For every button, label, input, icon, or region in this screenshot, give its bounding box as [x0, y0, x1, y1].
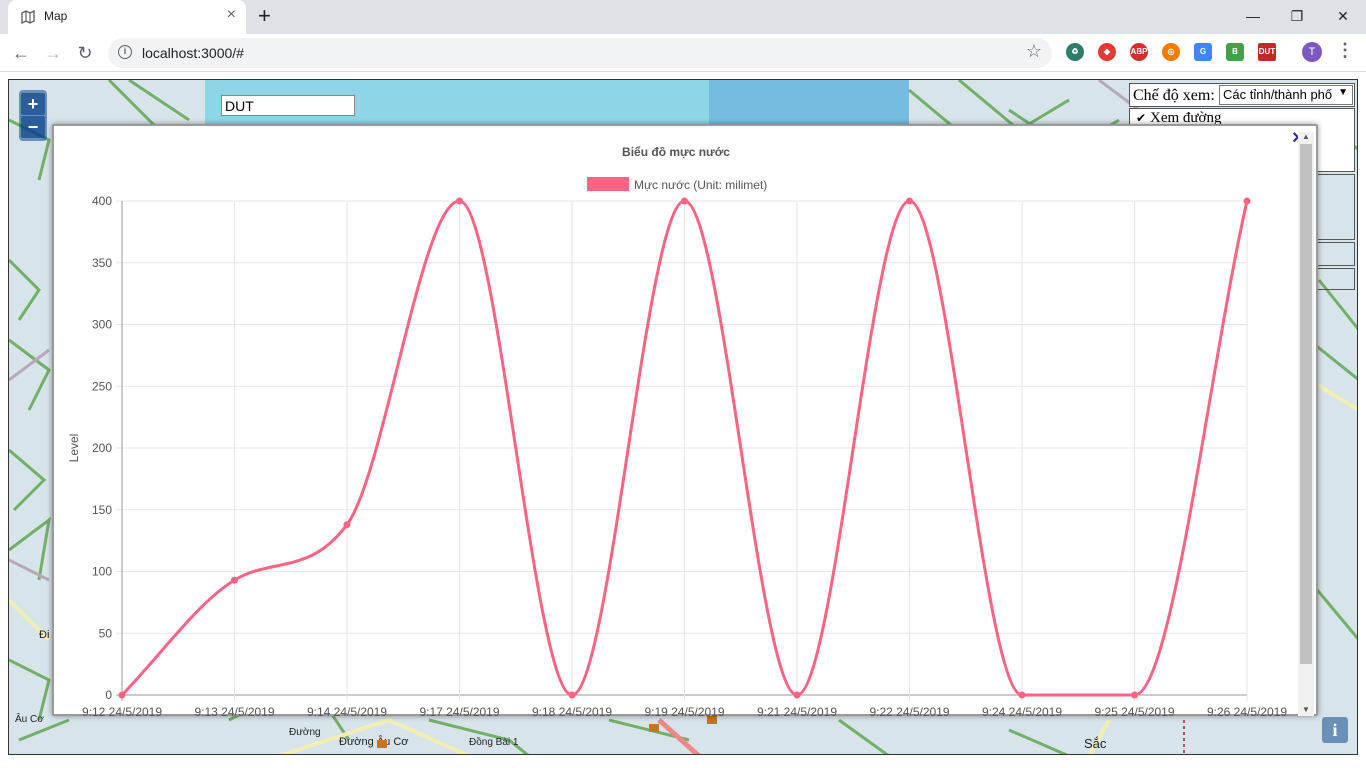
- y-tick-label: 300: [92, 318, 112, 332]
- dut-extension-icon[interactable]: DUT: [1258, 43, 1276, 61]
- chart-title: Biểu đồ mực nước: [622, 145, 730, 159]
- street-label: Âu Cơ: [15, 712, 44, 725]
- new-tab-button[interactable]: +: [258, 3, 271, 29]
- info-icon[interactable]: i: [118, 45, 132, 59]
- y-tick-label: 200: [92, 441, 112, 455]
- y-tick-label: 400: [92, 194, 112, 208]
- tab-map[interactable]: Map ×: [8, 0, 246, 34]
- close-window-button[interactable]: ✕: [1320, 2, 1366, 30]
- y-tick-label: 100: [92, 565, 112, 579]
- legend-swatch[interactable]: [587, 177, 629, 191]
- y-tick-label: 350: [92, 256, 112, 270]
- x-tick-label: 9:18 24/5/2019: [532, 705, 612, 716]
- zoom-control: + −: [19, 90, 47, 141]
- modal-scrollbar[interactable]: ▲ ▼: [1298, 132, 1314, 716]
- y-tick-label: 50: [99, 626, 113, 640]
- x-tick-label: 9:12 24/5/2019: [82, 705, 162, 716]
- x-tick-label: 9:26 24/5/2019: [1207, 705, 1287, 716]
- x-tick-label: 9:19 24/5/2019: [644, 705, 724, 716]
- street-label: Đường Âu Cơ: [339, 735, 408, 748]
- zoom-out-button[interactable]: −: [21, 116, 45, 138]
- street-label: Sắc: [1084, 736, 1107, 751]
- data-point[interactable]: [1018, 691, 1026, 699]
- reload-icon[interactable]: ↻: [72, 40, 98, 66]
- close-tab-icon[interactable]: ×: [227, 6, 236, 24]
- adblock-extension-icon[interactable]: ABP: [1130, 43, 1148, 61]
- map-icon: [21, 9, 35, 25]
- y-tick-label: 0: [105, 688, 112, 702]
- street-label: Đi: [39, 629, 49, 641]
- shield-extension-icon[interactable]: ◆: [1098, 43, 1116, 61]
- bookmark-star-icon[interactable]: ☆: [1026, 41, 1042, 62]
- zoom-in-button[interactable]: +: [21, 93, 45, 115]
- translate-extension-icon[interactable]: G: [1194, 43, 1212, 61]
- x-tick-label: 9:24 24/5/2019: [982, 705, 1062, 716]
- y-tick-label: 150: [92, 503, 112, 517]
- chart-modal: Biểu đồ mực nước Mực nước (Unit: milimet…: [52, 124, 1318, 716]
- street-label: Đồng Bài 1: [469, 736, 519, 748]
- x-tick-label: 9:22 24/5/2019: [869, 705, 949, 716]
- data-point[interactable]: [343, 521, 351, 529]
- address-bar[interactable]: i localhost:3000/# ☆: [108, 38, 1052, 68]
- forward-arrow-icon[interactable]: →: [40, 40, 66, 66]
- data-point[interactable]: [231, 576, 238, 584]
- data-point[interactable]: [906, 197, 913, 205]
- lifebuoy-extension-icon[interactable]: ◎: [1162, 43, 1180, 61]
- data-point[interactable]: [1243, 197, 1251, 205]
- scroll-up-arrow-icon[interactable]: ▲: [1302, 132, 1310, 141]
- x-tick-label: 9:21 24/5/2019: [757, 705, 837, 716]
- minimize-button[interactable]: —: [1230, 2, 1276, 30]
- view-mode-selected: Các tỉnh/thành phố: [1223, 87, 1333, 102]
- back-arrow-icon[interactable]: ←: [8, 40, 34, 66]
- x-tick-label: 9:13 24/5/2019: [194, 705, 274, 716]
- data-point[interactable]: [118, 691, 126, 699]
- url-text[interactable]: localhost:3000/#: [142, 45, 244, 61]
- restore-button[interactable]: ❐: [1274, 2, 1320, 30]
- profile-avatar[interactable]: T: [1302, 42, 1322, 62]
- info-button[interactable]: i: [1322, 717, 1348, 743]
- data-point[interactable]: [1131, 691, 1138, 699]
- scroll-down-arrow-icon[interactable]: ▼: [1302, 705, 1310, 714]
- view-mode-row: Chế độ xem: Các tỉnh/thành phố ▼: [1129, 83, 1355, 107]
- legend-label[interactable]: Mực nước (Unit: milimet): [634, 178, 767, 192]
- scroll-thumb[interactable]: [1300, 144, 1312, 664]
- data-point[interactable]: [681, 197, 688, 205]
- y-axis-label: Level: [67, 434, 81, 463]
- recycle-extension-icon[interactable]: ♻: [1066, 43, 1084, 61]
- data-point[interactable]: [568, 691, 576, 699]
- dropdown-arrow-icon: ▼: [1338, 87, 1348, 98]
- y-tick-label: 250: [92, 379, 112, 393]
- data-point[interactable]: [793, 691, 801, 699]
- tab-title: Map: [44, 9, 68, 23]
- x-tick-label: 9:17 24/5/2019: [419, 705, 499, 716]
- puzzle-extension-icon[interactable]: B: [1226, 43, 1244, 61]
- water-level-chart: Biểu đồ mực nước Mực nước (Unit: milimet…: [67, 145, 1287, 716]
- tab-bar: Map × + — ❐ ✕: [0, 0, 1366, 34]
- checkbox-icon[interactable]: ✔: [1136, 111, 1146, 125]
- x-tick-label: 9:14 24/5/2019: [307, 705, 387, 716]
- search-input[interactable]: [221, 95, 355, 116]
- view-mode-select[interactable]: Các tỉnh/thành phố ▼: [1219, 85, 1353, 105]
- view-mode-label: Chế độ xem:: [1133, 87, 1215, 104]
- x-tick-label: 9:25 24/5/2019: [1094, 705, 1174, 716]
- street-label: Đường: [289, 727, 321, 738]
- browser-menu-icon[interactable]: ⋮: [1336, 40, 1354, 61]
- data-point[interactable]: [456, 197, 463, 205]
